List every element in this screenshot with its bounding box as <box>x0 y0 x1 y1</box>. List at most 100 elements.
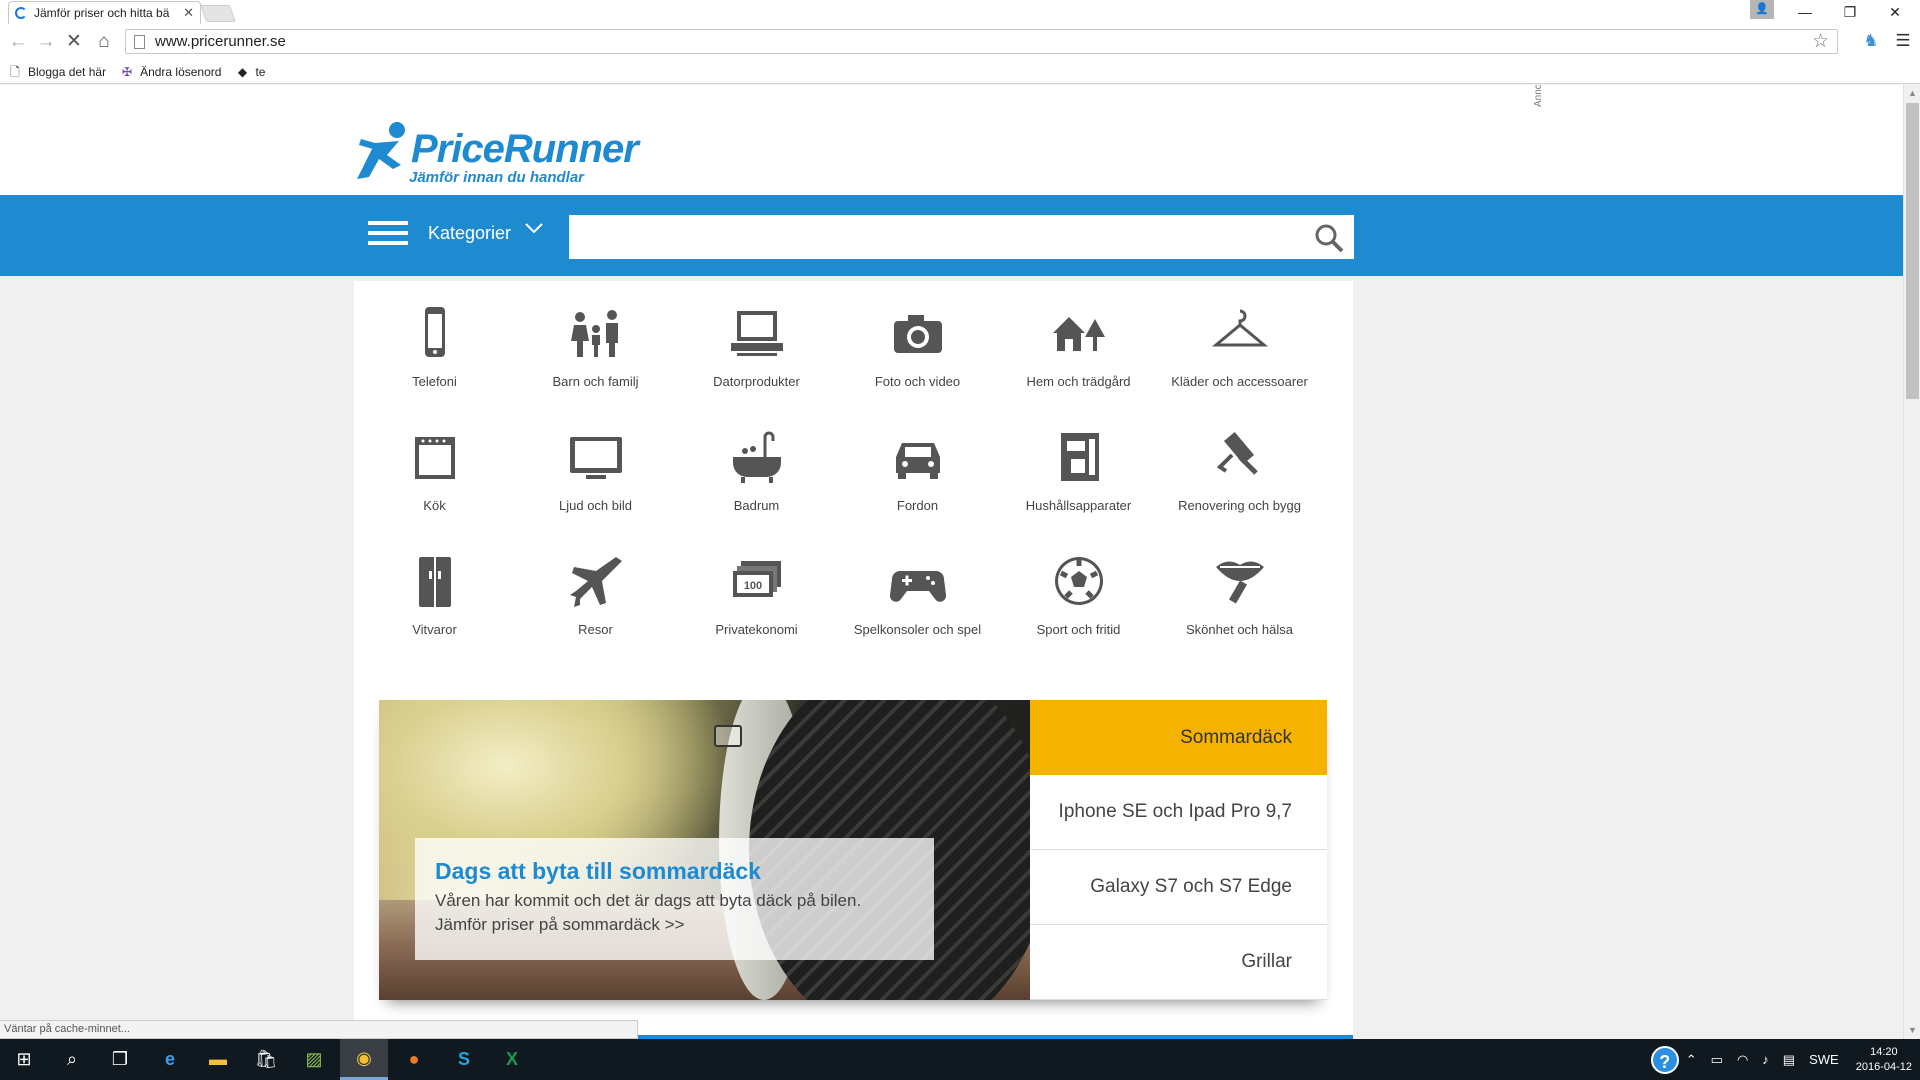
new-tab-button[interactable] <box>199 5 237 22</box>
address-bar[interactable]: www.pricerunner.se ☆ <box>125 29 1838 54</box>
stop-button[interactable]: ✕ <box>62 30 86 54</box>
category-fordon[interactable]: Fordon <box>837 421 998 531</box>
volume-icon[interactable]: ♪ <box>1762 1052 1769 1067</box>
browser-tab[interactable]: Jämför priser och hitta bä ✕ <box>8 1 201 24</box>
status-bar: Väntar på cache-minnet... <box>0 1020 638 1039</box>
hanger-icon <box>1211 309 1268 347</box>
chevron-down-icon[interactable] <box>524 217 544 237</box>
category-label: Hushållsapparater <box>1025 498 1132 513</box>
back-button[interactable]: ← <box>6 30 30 54</box>
scroll-down-icon[interactable]: ▼ <box>1904 1022 1920 1039</box>
category-label: Privatekonomi <box>715 622 798 637</box>
category-renovering-och-bygg[interactable]: Renovering och bygg <box>1159 421 1320 531</box>
search-field[interactable] <box>569 215 1354 259</box>
house-tree-icon <box>1052 317 1105 351</box>
excel-icon[interactable]: X <box>488 1039 536 1080</box>
category-telefoni[interactable]: Telefoni <box>354 297 515 407</box>
category-label: Ljud och bild <box>559 498 632 513</box>
category-barn-och-familj[interactable]: Barn och familj <box>515 297 676 407</box>
category-skonhet-och-halsa[interactable]: Skönhet och hälsa <box>1159 545 1320 655</box>
carousel-tab-sommardack[interactable]: Sommardäck <box>1030 700 1327 775</box>
browser-menu-icon[interactable]: ☰ <box>1892 30 1914 52</box>
car-icon <box>895 443 940 479</box>
tv-icon <box>569 437 622 479</box>
hero-headline[interactable]: Dags att byta till sommardäck <box>435 858 914 885</box>
category-hem-och-tradgard[interactable]: Hem och trädgård <box>998 297 1159 407</box>
carousel-tabs: Sommardäck Iphone SE och Ipad Pro 9,7 Ga… <box>1030 700 1327 1000</box>
category-foto-och-video[interactable]: Foto och video <box>837 297 998 407</box>
hero-image[interactable]: Dags att byta till sommardäck Våren har … <box>379 700 1030 1000</box>
category-privatekonomi[interactable]: 100 Privatekonomi <box>676 545 837 655</box>
scroll-up-icon[interactable]: ▲ <box>1904 85 1920 102</box>
restore-button[interactable]: ❐ <box>1828 0 1872 24</box>
scroll-thumb[interactable] <box>1906 103 1919 399</box>
category-klader-och-accessoarer[interactable]: Kläder och accessoarer <box>1159 297 1320 407</box>
bookmark-star-icon[interactable]: ☆ <box>1812 30 1829 53</box>
file-explorer-icon[interactable]: ▬ <box>194 1039 242 1080</box>
language-indicator[interactable]: SWE <box>1809 1052 1839 1067</box>
task-view-icon[interactable]: ❐ <box>96 1039 144 1080</box>
pricerunner-logo[interactable]: PriceRunner Jämför innan du handlar <box>353 121 639 187</box>
search-icon[interactable]: ⌕ <box>48 1039 96 1080</box>
category-label: Telefoni <box>412 374 457 389</box>
chevron-up-icon[interactable]: ⌃ <box>1686 1052 1697 1068</box>
store-icon[interactable]: 🛍 <box>242 1039 290 1080</box>
bookmarks-bar: 🗋 Blogga det här ✠ Ändra lösenord ◆ te <box>0 60 1920 84</box>
category-hushallsapparater[interactable]: Hushållsapparater <box>998 421 1159 531</box>
search-icon[interactable] <box>1314 223 1344 253</box>
category-vitvaror[interactable]: Vitvaror <box>354 545 515 655</box>
hero-cta-link[interactable]: Jämför priser på sommardäck >> <box>435 913 914 937</box>
carousel-tab-galaxy[interactable]: Galaxy S7 och S7 Edge <box>1030 850 1327 925</box>
close-tab-icon[interactable]: ✕ <box>183 5 194 21</box>
bookmark-item[interactable]: 🗋 Blogga det här <box>8 65 106 79</box>
category-badrum[interactable]: Badrum <box>676 421 837 531</box>
clock-time: 14:20 <box>1870 1045 1898 1058</box>
category-label: Spelkonsoler och spel <box>853 622 982 637</box>
category-datorprodukter[interactable]: Datorprodukter <box>676 297 837 407</box>
category-spelkonsoler-och-spel[interactable]: Spelkonsoler och spel <box>837 545 998 655</box>
extension-icon[interactable]: ♞ <box>1860 30 1882 52</box>
profile-icon[interactable]: 👤 <box>1750 0 1774 19</box>
phone-icon <box>424 307 445 357</box>
minimize-button[interactable]: — <box>1783 0 1827 24</box>
ad-label: Annons <box>1533 85 1544 107</box>
chrome-icon[interactable]: ◉ <box>340 1039 388 1080</box>
edge-icon[interactable]: e <box>146 1039 194 1080</box>
hamburger-menu-icon[interactable] <box>368 221 408 249</box>
wifi-icon[interactable]: ◠ <box>1737 1052 1748 1068</box>
bookmark-item[interactable]: ✠ Ändra lösenord <box>120 65 221 79</box>
category-sport-och-fritid[interactable]: Sport och fritid <box>998 545 1159 655</box>
category-kok[interactable]: Kök <box>354 421 515 531</box>
coffee-machine-icon <box>1060 433 1099 481</box>
tab-title: Jämför priser och hitta bä <box>34 6 170 20</box>
close-window-button[interactable]: ✕ <box>1873 0 1917 24</box>
firefox-icon[interactable]: ● <box>390 1039 438 1080</box>
paint-roller-icon <box>1216 432 1258 475</box>
address-url[interactable]: www.pricerunner.se <box>155 33 286 50</box>
family-icon <box>570 310 618 357</box>
hero-caption[interactable]: Dags att byta till sommardäck Våren har … <box>415 838 934 960</box>
photo-app-icon[interactable]: ▨ <box>290 1039 338 1080</box>
page-scrollbar[interactable]: ▲ ▼ <box>1903 85 1920 1039</box>
forward-button[interactable]: → <box>34 30 58 54</box>
carousel-tab-iphone[interactable]: Iphone SE och Ipad Pro 9,7 <box>1030 775 1327 850</box>
start-icon[interactable]: ⊞ <box>0 1039 48 1080</box>
category-label: Fordon <box>896 498 939 513</box>
hero-body-line1: Våren har kommit och det är dags att byt… <box>435 891 862 910</box>
categories-button[interactable]: Kategorier <box>428 223 511 244</box>
help-icon[interactable]: ? <box>1650 1045 1679 1074</box>
search-input[interactable] <box>569 215 1289 259</box>
oven-icon <box>414 437 455 479</box>
category-label: Sport och fritid <box>1036 622 1121 637</box>
skype-icon[interactable]: S <box>440 1039 488 1080</box>
bookmark-item[interactable]: ◆ te <box>235 65 266 79</box>
notifications-icon[interactable]: ▤ <box>1783 1052 1795 1068</box>
runner-logo-icon <box>357 122 405 179</box>
battery-icon[interactable]: ▭ <box>1711 1052 1723 1068</box>
category-ljud-och-bild[interactable]: Ljud och bild <box>515 421 676 531</box>
home-button[interactable]: ⌂ <box>92 30 116 54</box>
carousel-tab-grillar[interactable]: Grillar <box>1030 925 1327 1000</box>
category-resor[interactable]: Resor <box>515 545 676 655</box>
loading-spinner-icon <box>15 7 27 19</box>
clock[interactable]: 14:20 2016-04-12 <box>1856 1045 1912 1075</box>
